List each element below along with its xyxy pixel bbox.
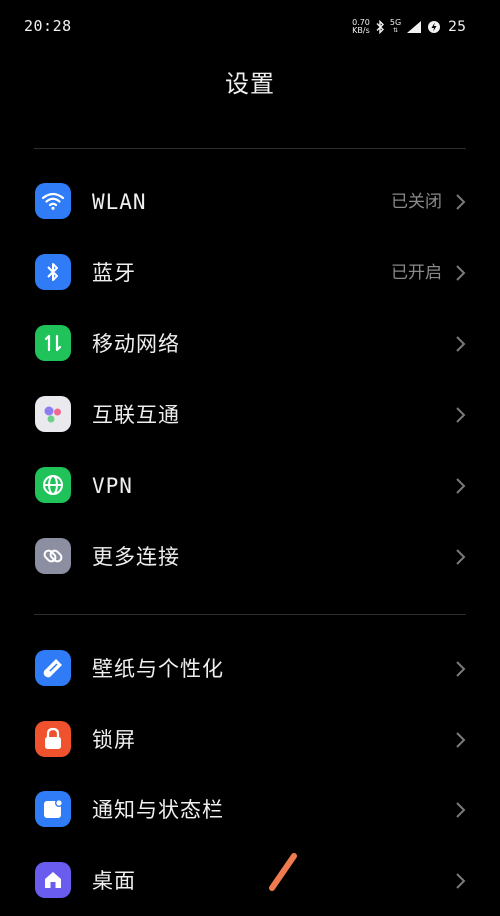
settings-item-label: 锁屏 — [92, 728, 136, 752]
chevron-right-icon — [456, 802, 466, 818]
settings-item-label: 蓝牙 — [92, 261, 136, 285]
settings-item-label: WLAN — [92, 190, 147, 214]
chevron-right-icon — [456, 265, 466, 281]
link-icon — [35, 538, 71, 574]
settings-item-bluetooth[interactable]: 蓝牙 已开启 — [0, 238, 500, 308]
settings-item-wallpaper[interactable]: 壁纸与个性化 — [0, 634, 500, 704]
status-bar: 20:28 0.70 KB/s 5G ⇅ 25 — [0, 0, 500, 54]
chevron-right-icon — [456, 732, 466, 748]
settings-item-label: 桌面 — [92, 869, 136, 893]
bluetooth-status-icon — [376, 20, 384, 34]
chevron-right-icon — [456, 194, 466, 210]
settings-item-label: 壁纸与个性化 — [92, 657, 224, 681]
network-type-label: 5G — [389, 18, 402, 27]
lock-icon — [35, 721, 71, 757]
settings-item-value: 已开启 — [391, 263, 442, 283]
settings-item-vpn[interactable]: VPN — [0, 451, 500, 521]
page-title: 设置 — [225, 70, 275, 98]
chevron-right-icon — [456, 661, 466, 677]
settings-item-label: 通知与状态栏 — [92, 798, 224, 822]
bluetooth-icon — [35, 254, 71, 290]
chevron-right-icon — [456, 336, 466, 352]
battery-level: 25 — [448, 19, 466, 35]
chevron-right-icon — [456, 407, 466, 423]
chevron-right-icon — [456, 873, 466, 889]
settings-item-label: 互联互通 — [92, 403, 180, 427]
settings-item-wlan[interactable]: WLAN 已关闭 — [0, 167, 500, 237]
brush-icon — [35, 650, 71, 686]
settings-item-lock-screen[interactable]: 锁屏 — [0, 705, 500, 775]
chevron-right-icon — [456, 549, 466, 565]
network-type: 5G ⇅ — [389, 18, 402, 35]
settings-item-home-screen[interactable]: 桌面 — [0, 846, 500, 916]
interconnect-icon — [35, 396, 71, 432]
signal-icon — [407, 21, 422, 33]
notification-icon — [35, 791, 71, 827]
network-speed: 0.70 KB/s — [352, 19, 370, 35]
settings-item-more-connections[interactable]: 更多连接 — [0, 522, 500, 592]
status-icons: 0.70 KB/s 5G ⇅ 25 — [352, 15, 466, 39]
settings-item-interconnect[interactable]: 互联互通 — [0, 380, 500, 450]
settings-item-label: VPN — [92, 474, 133, 498]
swipe-gesture-indicator — [269, 853, 297, 891]
chevron-right-icon — [456, 478, 466, 494]
settings-item-mobile-network[interactable]: 移动网络 — [0, 309, 500, 379]
settings-item-value: 已关闭 — [391, 192, 442, 212]
status-time: 20:28 — [24, 17, 72, 35]
settings-item-label: 移动网络 — [92, 332, 180, 356]
globe-icon — [35, 467, 71, 503]
battery-saver-icon — [428, 21, 441, 33]
divider — [34, 148, 466, 149]
mobile-data-icon — [35, 325, 71, 361]
settings-item-notifications[interactable]: 通知与状态栏 — [0, 775, 500, 845]
network-speed-unit: KB/s — [352, 26, 370, 35]
divider — [34, 614, 466, 615]
home-icon — [35, 862, 71, 898]
wifi-icon — [35, 183, 71, 219]
settings-item-label: 更多连接 — [92, 545, 180, 569]
